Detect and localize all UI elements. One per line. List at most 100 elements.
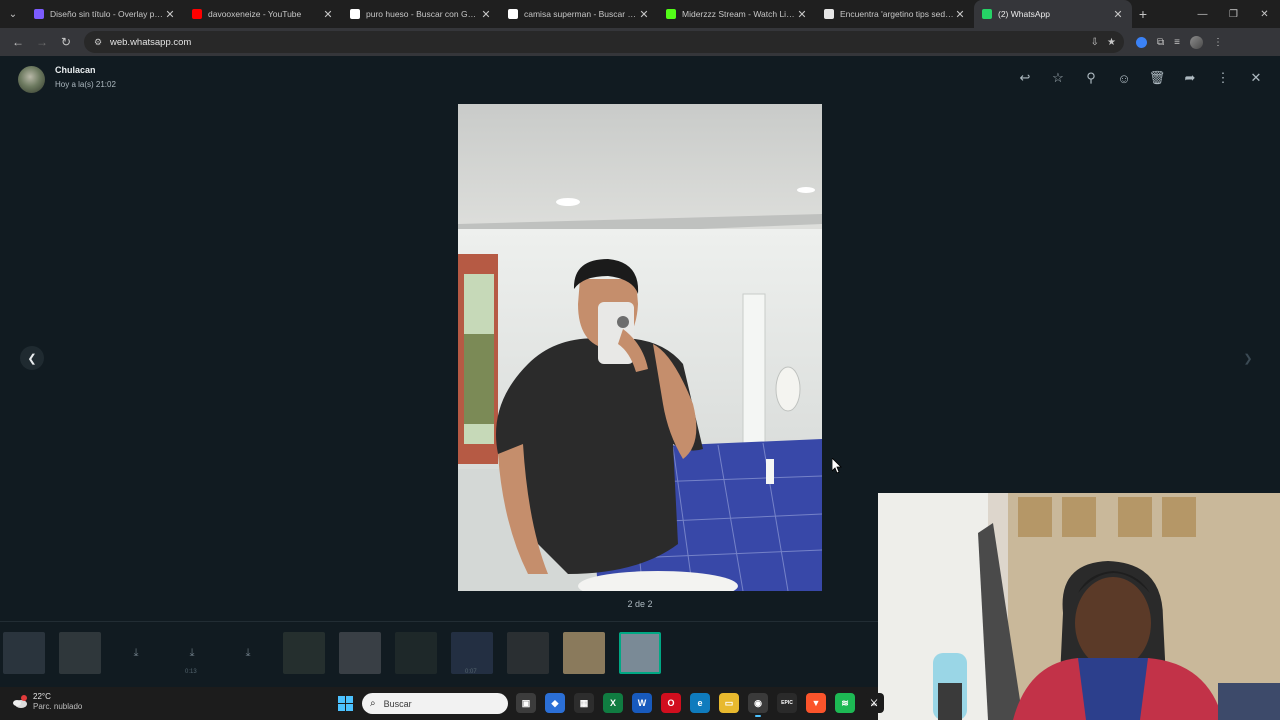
mouse-cursor-icon	[832, 458, 842, 474]
pin-icon[interactable]: ⚲	[1081, 68, 1101, 88]
browser-tab[interactable]: camisa superman - Buscar con ✕	[500, 0, 658, 28]
task-view-icon[interactable]: ▣	[516, 693, 536, 713]
word-icon[interactable]: W	[632, 693, 652, 713]
install-app-icon[interactable]: ⇩	[1091, 37, 1099, 48]
thumbnail-download-icon[interactable]: ⤓	[115, 632, 157, 674]
restore-icon[interactable]: ❐	[1218, 0, 1249, 28]
media-controls-icon[interactable]: ≡	[1174, 37, 1180, 48]
tab-title: davooxeneize - YouTube	[208, 9, 302, 19]
sender-name: Chulacan	[55, 65, 96, 75]
media-photo	[458, 104, 822, 591]
browser-tab[interactable]: Miderzzz Stream - Watch Live o ✕	[658, 0, 816, 28]
browser-tab[interactable]: Diseño sin título - Overlay para ✕	[26, 0, 184, 28]
reply-icon[interactable]: ↩	[1015, 68, 1035, 88]
weather-widget[interactable]: 22°C Parc. nublado	[12, 692, 82, 711]
forward-icon[interactable]: ➦	[1180, 68, 1200, 88]
tab-favicon-icon	[192, 9, 202, 19]
browser-menu-icon[interactable]: ⋮	[1213, 37, 1223, 48]
sender-avatar[interactable]	[18, 66, 45, 93]
forward-button[interactable]: →	[30, 30, 54, 54]
extensions-puzzle-icon[interactable]: ⧉	[1157, 37, 1164, 48]
thumbnail-download-icon[interactable]: ⤓	[227, 632, 269, 674]
profile-avatar[interactable]	[1189, 35, 1203, 49]
brave-icon[interactable]: ▼	[806, 693, 826, 713]
delete-icon[interactable]: 🗑	[1147, 68, 1167, 88]
tab-favicon-icon	[824, 9, 834, 19]
browser-tab[interactable]: puro hueso - Buscar con Google ✕	[342, 0, 500, 28]
window-close-icon[interactable]: ✕	[1249, 0, 1280, 28]
tab-close-icon[interactable]: ✕	[954, 8, 966, 21]
bookmark-star-icon[interactable]: ★	[1107, 37, 1116, 48]
edge-icon[interactable]: e	[690, 693, 710, 713]
thumbnail[interactable]	[563, 632, 605, 674]
webcam-overlay	[878, 493, 1280, 720]
browser-tab[interactable]: davooxeneize - YouTube ✕	[184, 0, 342, 28]
url-text: web.whatsapp.com	[110, 36, 192, 48]
next-media-button[interactable]: ❯	[1236, 346, 1260, 370]
search-icon: ⌕	[370, 698, 376, 709]
media-viewer-header: Chulacan Hoy a la(s) 21:02 ↩ ☆ ⚲ ☺ 🗑 ➦ ⋮ ✕	[0, 56, 1280, 102]
browser-tab[interactable]: (2) WhatsApp ✕	[974, 0, 1132, 28]
previous-media-button[interactable]: ❮	[20, 346, 44, 370]
store-icon[interactable]: ▦	[574, 693, 594, 713]
excel-icon[interactable]: X	[603, 693, 623, 713]
photo-illustration	[458, 104, 822, 591]
thumbnail[interactable]	[451, 632, 493, 674]
tab-title: Diseño sin título - Overlay para	[50, 9, 164, 19]
tab-title: (2) WhatsApp	[998, 9, 1050, 19]
new-tab-button[interactable]: +	[1132, 6, 1154, 22]
tab-favicon-icon	[350, 9, 360, 19]
taskbar-search[interactable]: ⌕ Buscar	[362, 693, 508, 714]
taskbar-search-placeholder: Buscar	[383, 698, 412, 709]
chrome-icon[interactable]: ◉	[748, 693, 768, 717]
minimize-icon[interactable]: —	[1187, 0, 1218, 28]
reload-button[interactable]: ↻	[54, 30, 78, 54]
thumbnail[interactable]	[395, 632, 437, 674]
start-button[interactable]	[338, 696, 353, 711]
tab-favicon-icon	[666, 9, 676, 19]
tab-close-icon[interactable]: ✕	[1112, 8, 1124, 21]
back-button[interactable]: ←	[6, 30, 30, 54]
tab-close-icon[interactable]: ✕	[638, 8, 650, 21]
tab-close-icon[interactable]: ✕	[480, 8, 492, 21]
tab-title: camisa superman - Buscar con	[524, 9, 638, 19]
weather-temperature: 22°C	[33, 692, 51, 701]
epic-games-icon[interactable]: EPIC	[777, 693, 797, 713]
tab-favicon-icon	[34, 9, 44, 19]
thumbnail[interactable]	[3, 632, 45, 674]
thumbnail[interactable]	[283, 632, 325, 674]
browser-toolbar: ← → ↻ ⚙ web.whatsapp.com ⇩ ★ ⧉ ≡ ⋮	[0, 28, 1280, 56]
more-options-icon[interactable]: ⋮	[1213, 68, 1233, 88]
address-bar[interactable]: ⚙ web.whatsapp.com ⇩ ★	[84, 31, 1124, 53]
thumbnail[interactable]	[59, 632, 101, 674]
emoji-icon[interactable]: ☺	[1114, 68, 1134, 88]
tab-title: puro hueso - Buscar con Google	[366, 9, 480, 19]
thumbnail[interactable]	[507, 632, 549, 674]
media-actions: ↩ ☆ ⚲ ☺ 🗑 ➦ ⋮ ✕	[1015, 68, 1266, 88]
tab-title: Miderzzz Stream - Watch Live o	[682, 9, 796, 19]
site-info-icon[interactable]: ⚙	[92, 36, 104, 48]
browser-tab[interactable]: Encuentra 'argetino tips seducc ✕	[816, 0, 974, 28]
thumbnail-duration: 0:13	[185, 669, 197, 675]
thumbnail-download-icon[interactable]: ⤓	[171, 632, 213, 674]
windows-taskbar: 22°C Parc. nublado ⌕ Buscar ▣ ◆ ▦ X W Oe ▭ ◉ EPI…	[0, 687, 884, 720]
file-explorer-icon[interactable]: ▭	[719, 693, 739, 713]
tab-close-icon[interactable]: ✕	[796, 8, 808, 21]
screen: ⌄ Diseño sin título - Overlay para ✕ davoo…	[0, 0, 1280, 720]
opera-icon[interactable]: O	[661, 693, 681, 713]
close-icon[interactable]: ✕	[1246, 68, 1266, 88]
thumbnail-current[interactable]	[619, 632, 661, 674]
thumbnail-duration: 0:07	[465, 669, 477, 675]
webcam-illustration	[878, 493, 1280, 720]
extension-icon[interactable]	[1136, 36, 1147, 48]
tab-close-icon[interactable]: ✕	[164, 8, 176, 21]
copilot-icon[interactable]: ◆	[545, 693, 565, 713]
tab-close-icon[interactable]: ✕	[322, 8, 334, 21]
tab-search-icon[interactable]: ⌄	[0, 0, 26, 28]
extra-app-icon[interactable]: ⚔	[864, 693, 884, 713]
spotify-icon[interactable]: ≋	[835, 693, 855, 713]
media-counter: 2 de 2	[627, 599, 653, 609]
weather-condition: Parc. nublado	[33, 702, 83, 711]
star-icon[interactable]: ☆	[1048, 68, 1068, 88]
thumbnail[interactable]	[339, 632, 381, 674]
